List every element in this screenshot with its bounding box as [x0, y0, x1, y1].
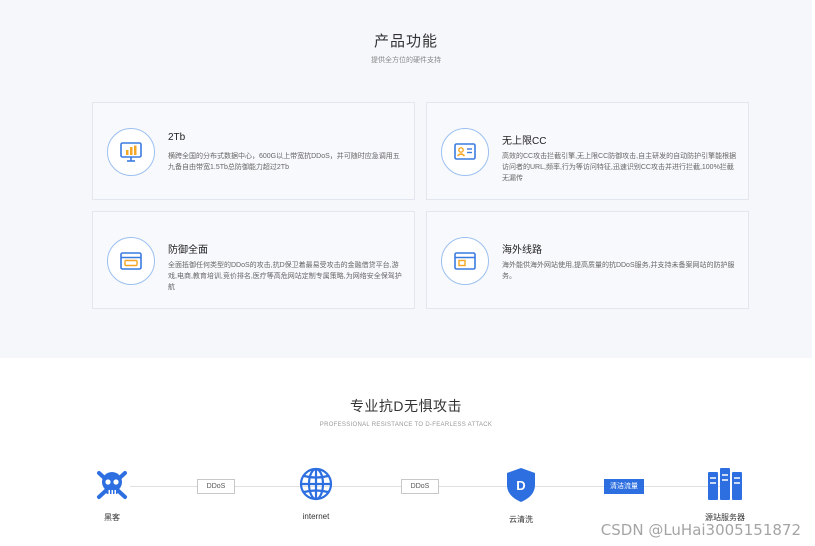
- id-card-icon: [441, 128, 489, 176]
- feature-card-desc: 海外能供海外网站使用,提高质量的抗DDoS服务,并支持未备案网站的防护服务。: [502, 262, 735, 280]
- feature-card-desc: 横跨全国的分布式数据中心，600G以上带宽抗DDoS，并可随时应急调用五九备自由…: [168, 153, 400, 171]
- svg-text:D: D: [516, 478, 525, 493]
- ddos-tag: DDoS: [401, 479, 439, 494]
- feature-card-title: 防御全面: [168, 245, 208, 256]
- cloud-cleaning-node: D 云清洗: [491, 466, 551, 525]
- origin-server-node: 源站服务器: [695, 466, 755, 523]
- node-label: 云清洗: [509, 515, 533, 524]
- feature-card-overseas: 海外线路 海外能供海外网站使用,提高质量的抗DDoS服务,并支持未备案网站的防护…: [426, 211, 749, 309]
- node-label: internet: [302, 512, 330, 521]
- feature-card-defense: 防御全面 全面抵御任何类型的DDoS的攻击,抗D保卫着最易受攻击的金融借贷平台,…: [92, 211, 415, 309]
- clean-traffic-tag: 清洁流量: [604, 479, 644, 494]
- globe-icon: [299, 467, 333, 501]
- ddos-tag: DDoS: [197, 479, 235, 494]
- shield-d-icon: D: [507, 468, 535, 502]
- protection-subtitle: PROFESSIONAL RESISTANCE TO D-FEARLESS AT…: [319, 422, 493, 428]
- feature-card-title: 海外线路: [502, 245, 542, 256]
- features-title: 产品功能: [373, 33, 438, 50]
- server-icon: [708, 468, 742, 500]
- features-section: 产品功能 提供全方位的硬件支持 2Tb 横跨全国的分布式数据中心，600G以上带…: [0, 0, 812, 358]
- browser-icon: [441, 237, 489, 285]
- internet-node: internet: [286, 466, 346, 521]
- protection-title: 专业抗D无惧攻击: [349, 398, 463, 414]
- watermark: CSDN @LuHai3005151872: [600, 521, 801, 539]
- features-subtitle: 提供全方位的硬件支持: [371, 57, 441, 64]
- node-label: 黑客: [104, 513, 120, 522]
- feature-card-cc: 无上限CC 高效的CC攻击拦截引擎,无上限CC防御攻击,自主研发的自动防护引擎能…: [426, 102, 749, 200]
- feature-card-2tb: 2Tb 横跨全国的分布式数据中心，600G以上带宽抗DDoS，并可随时应急调用五…: [92, 102, 415, 200]
- feature-card-desc: 全面抵御任何类型的DDoS的攻击,抗D保卫着最易受攻击的金融借贷平台,游戏,电商…: [168, 262, 402, 291]
- window-icon: [107, 237, 155, 285]
- feature-card-title: 无上限CC: [502, 136, 547, 147]
- skull-crossbones-icon: [97, 471, 127, 499]
- chart-monitor-icon: [107, 128, 155, 176]
- feature-card-title: 2Tb: [168, 132, 186, 143]
- feature-card-desc: 高效的CC攻击拦截引擎,无上限CC防御攻击,自主研发的自动防护引擎能根据访问者的…: [502, 153, 737, 182]
- hacker-node: 黑客: [82, 466, 142, 523]
